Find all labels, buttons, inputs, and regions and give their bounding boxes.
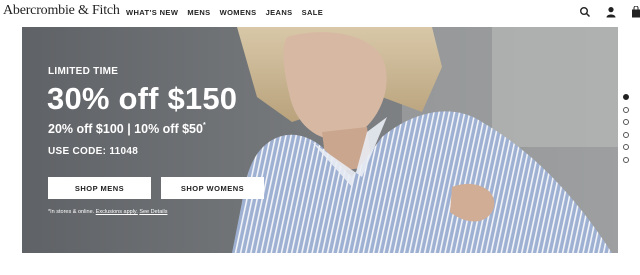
hero-image [22,27,618,253]
shopping-bag-icon[interactable] [631,6,640,18]
exclusions-link[interactable]: Exclusions apply. [96,209,138,215]
nav-item-sale[interactable]: SALE [302,8,324,17]
site-header: Abercrombie & Fitch WHAT'S NEW MENS WOME… [0,0,640,25]
hero-disclaimer: *In stores & online. Exclusions apply. S… [48,209,167,215]
carousel-dot-2[interactable] [623,106,629,113]
account-icon[interactable] [605,6,617,18]
carousel-dots [623,94,629,163]
main-nav: WHAT'S NEW MENS WOMENS JEANS SALE [126,8,323,17]
hero-banner[interactable]: LIMITED TIME 30% off $150 20% off $100 |… [22,27,618,253]
brand-logo[interactable]: Abercrombie & Fitch [3,3,120,19]
hero-eyebrow: LIMITED TIME [48,66,119,77]
carousel-dot-5[interactable] [623,144,629,150]
carousel-dot-3[interactable] [623,119,629,125]
promo-code: USE CODE: 11048 [48,146,139,157]
see-details-link[interactable]: See Details [139,209,167,215]
nav-item-jeans[interactable]: JEANS [266,8,293,17]
nav-item-whats-new[interactable]: WHAT'S NEW [126,8,178,17]
carousel-dot-4[interactable] [623,131,629,138]
nav-item-mens[interactable]: MENS [187,8,210,17]
hero-headline: 30% off $150 [47,81,238,116]
search-icon[interactable] [579,6,591,18]
shop-womens-button[interactable]: SHOP WOMENS [161,177,264,199]
disclaimer-text: *In stores & online. [48,209,96,215]
hero-subline-text: 20% off $100 | 10% off $50 [48,122,203,136]
hero-subline: 20% off $100 | 10% off $50* [48,122,206,136]
nav-item-womens[interactable]: WOMENS [220,8,257,17]
carousel-dot-6[interactable] [623,156,629,163]
carousel-dot-1[interactable] [623,94,629,100]
hero-subline-mark: * [202,122,206,129]
shop-mens-button[interactable]: SHOP MENS [48,177,151,199]
